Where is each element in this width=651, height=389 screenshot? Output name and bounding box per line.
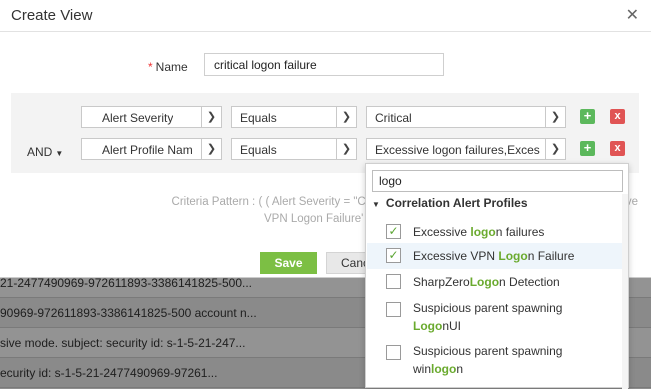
checkbox-icon[interactable] bbox=[386, 345, 401, 360]
dropdown-option[interactable]: SharpZeroLogon Detection bbox=[367, 269, 627, 295]
chevron-down-icon: ❯ bbox=[545, 107, 565, 127]
dropdown-group-header[interactable]: ▼ Correlation Alert Profiles bbox=[372, 196, 528, 210]
checkbox-icon[interactable] bbox=[386, 274, 401, 289]
chevron-down-icon: ❯ bbox=[201, 107, 221, 127]
dropdown-option[interactable]: Suspicious parent spawning winlogon bbox=[367, 342, 627, 382]
criteria-condition-select-1[interactable]: Equals ❯ bbox=[231, 106, 357, 128]
chevron-down-icon: ❯ bbox=[201, 139, 221, 159]
chevron-down-icon: ❯ bbox=[336, 139, 356, 159]
checkbox-checked-icon[interactable]: ✓ bbox=[386, 248, 401, 263]
required-mark: * bbox=[148, 60, 153, 74]
criteria-field-select-1[interactable]: Alert Severity ❯ bbox=[81, 106, 222, 128]
criteria-panel bbox=[11, 93, 639, 173]
save-button[interactable]: Save bbox=[260, 252, 317, 274]
add-criteria-button[interactable]: + bbox=[580, 141, 595, 156]
checkbox-checked-icon[interactable]: ✓ bbox=[386, 224, 401, 239]
criteria-value-select-1[interactable]: Critical ❯ bbox=[366, 106, 566, 128]
caret-down-icon: ▼ bbox=[372, 200, 380, 209]
name-label: * Name bbox=[148, 60, 188, 74]
chevron-down-icon: ❯ bbox=[336, 107, 356, 127]
add-criteria-button[interactable]: + bbox=[580, 109, 595, 124]
dropdown-option[interactable]: Suspicious parent spawning LogonUI bbox=[367, 299, 627, 339]
delete-criteria-button[interactable]: x bbox=[610, 109, 625, 124]
dialog-header: Create View ✕ bbox=[0, 0, 651, 32]
dropdown-option[interactable]: ✓ Excessive VPN Logon Failure bbox=[367, 243, 627, 269]
criteria-condition-select-2[interactable]: Equals ❯ bbox=[231, 138, 357, 160]
checkbox-icon[interactable] bbox=[386, 302, 401, 317]
criteria-value-select-2[interactable]: Excessive logon failures,Exces ❯ bbox=[366, 138, 566, 160]
chevron-down-icon: ❯ bbox=[545, 139, 565, 159]
dropdown-scrollbar[interactable] bbox=[622, 194, 628, 389]
criteria-field-select-2[interactable]: Alert Profile Nam ❯ bbox=[81, 138, 222, 160]
name-input[interactable] bbox=[204, 53, 444, 76]
close-icon[interactable]: ✕ bbox=[626, 8, 639, 24]
dropdown-search-input[interactable] bbox=[372, 170, 623, 192]
delete-criteria-button[interactable]: x bbox=[610, 141, 625, 156]
caret-down-icon: ▼ bbox=[55, 149, 64, 158]
dialog-title: Create View bbox=[11, 7, 93, 24]
dropdown-option[interactable]: ✓ Excessive logon failures bbox=[367, 219, 627, 245]
profile-dropdown: ▼Correlation Alert Profiles ✓ Excessive … bbox=[365, 163, 629, 389]
logical-operator-select[interactable]: AND ▼ bbox=[27, 145, 63, 159]
